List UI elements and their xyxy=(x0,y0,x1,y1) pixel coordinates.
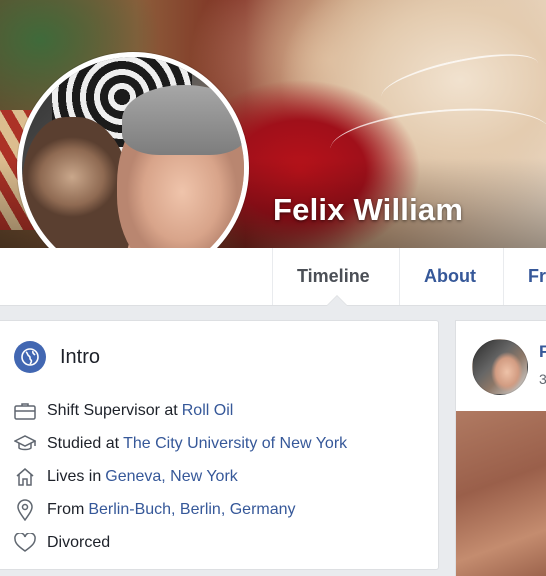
work-link[interactable]: Roll Oil xyxy=(182,402,234,420)
tab-about[interactable]: About xyxy=(399,248,500,305)
home-icon xyxy=(12,465,38,489)
intro-item-text: From xyxy=(47,501,85,518)
profile-nav-bar: Timeline About Fr xyxy=(0,248,546,306)
post-photo[interactable] xyxy=(456,411,546,576)
intro-item-lives-in: Lives in Geneva, New York xyxy=(12,465,238,489)
intro-title: Intro xyxy=(60,345,101,368)
location-pin-icon xyxy=(12,498,38,522)
tab-friends[interactable]: Fr xyxy=(503,248,546,305)
intro-item-text: Divorced xyxy=(47,534,111,551)
lives-in-link[interactable]: Geneva, New York xyxy=(105,468,238,486)
intro-item-from: From Berlin-Buch, Berlin, Germany xyxy=(12,498,296,522)
profile-name[interactable]: Felix William xyxy=(273,192,463,228)
intro-item-text: Studied at xyxy=(47,435,120,452)
hometown-link[interactable]: Berlin-Buch, Berlin, Germany xyxy=(88,501,295,519)
education-link[interactable]: The City University of New York xyxy=(123,435,347,453)
briefcase-icon xyxy=(12,399,38,423)
active-tab-caret xyxy=(327,296,347,306)
intro-item-text: Lives in xyxy=(47,468,102,485)
avatar-photo xyxy=(22,57,244,279)
intro-item-text: Shift Supervisor at xyxy=(47,402,178,419)
post-author-name[interactable]: F xyxy=(539,342,546,362)
intro-item-education: Studied at The City University of New Yo… xyxy=(12,432,347,456)
avatar-hair xyxy=(122,85,244,155)
intro-card: Intro Shift Supervisor at Roll Oil Studi… xyxy=(0,320,439,570)
intro-item-work: Shift Supervisor at Roll Oil xyxy=(12,399,233,423)
heart-icon xyxy=(12,531,38,555)
cover-whisker xyxy=(377,43,543,117)
globe-icon xyxy=(14,341,46,373)
intro-item-relationship: Divorced xyxy=(12,531,114,555)
graduation-cap-icon xyxy=(12,432,38,456)
post-timestamp[interactable]: 3 xyxy=(539,371,546,387)
intro-header: Intro xyxy=(14,341,100,373)
post-author-avatar[interactable] xyxy=(472,339,528,395)
